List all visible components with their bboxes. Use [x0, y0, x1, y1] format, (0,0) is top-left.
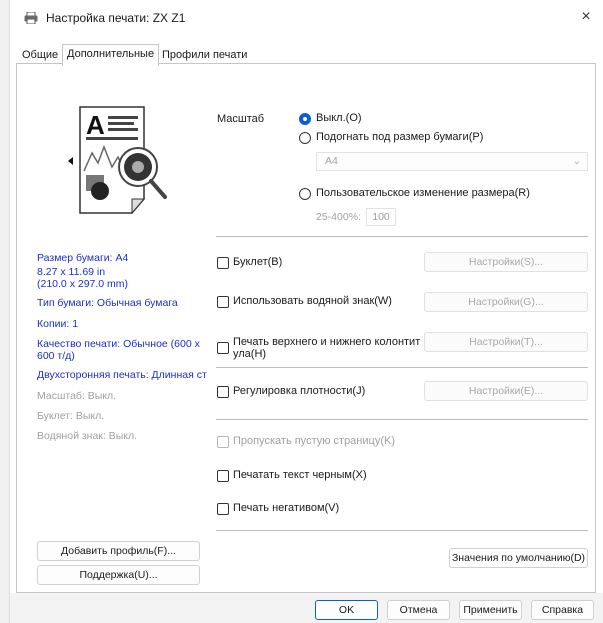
negative-checkbox[interactable] — [217, 503, 229, 515]
support-button[interactable]: Поддержка(U)... — [37, 565, 200, 585]
scaling-off-radio[interactable] — [299, 113, 311, 125]
tab-bar: Общие Дополнительные Профили печати — [16, 44, 596, 66]
header-footer-label[interactable]: Печать верхнего и нижнего колонтит ула(H… — [233, 336, 420, 360]
scaling-percent-input[interactable]: 100 — [366, 208, 396, 226]
watermark-label[interactable]: Использовать водяной знак(W) — [233, 295, 392, 307]
header-footer-label-line-2: ула(H) — [233, 348, 267, 360]
close-button[interactable]: × — [575, 6, 597, 28]
tab-general[interactable]: Общие — [18, 46, 62, 64]
separator — [216, 367, 588, 368]
watermark-settings-button[interactable]: Настройки(G)... — [424, 292, 588, 312]
svg-text:A: A — [86, 110, 105, 140]
scaling-fit-label[interactable]: Подогнать под размер бумаги(P) — [316, 131, 483, 143]
booklet-settings-button[interactable]: Настройки(S)... — [424, 252, 588, 272]
separator — [216, 419, 588, 420]
magnifier-icon — [149, 179, 167, 199]
cancel-button[interactable]: Отмена — [387, 600, 450, 620]
skip-blank-label[interactable]: Пропускать пустую страницу(K) — [233, 435, 395, 447]
scaling-off-label[interactable]: Выкл.(O) — [316, 112, 362, 124]
summary-quality-dpi: 600 т/д) — [37, 350, 75, 362]
scaling-custom-radio[interactable] — [299, 188, 311, 200]
summary-watermark: Водяной знак: Выкл. — [37, 430, 138, 442]
scaling-range-label: 25-400%: — [316, 211, 361, 223]
preview-arrow-icon — [68, 157, 73, 165]
negative-label[interactable]: Печать негативом(V) — [233, 502, 339, 514]
header-footer-label-line-1: Печать верхнего и нижнего колонтит — [233, 336, 421, 348]
ok-button[interactable]: OK — [315, 600, 378, 620]
title-bar: Настройка печати: ZX Z1 × — [12, 0, 603, 40]
summary-quality: Качество печати: Обычное (600 x — [37, 338, 200, 350]
tab-print-profiles[interactable]: Профили печати — [158, 46, 251, 64]
booklet-checkbox[interactable] — [217, 257, 229, 269]
separator — [216, 530, 588, 531]
density-label[interactable]: Регулировка плотности(J) — [233, 385, 365, 397]
apply-button[interactable]: Применить — [459, 600, 522, 620]
scaling-label: Масштаб — [217, 113, 265, 125]
summary-booklet: Буклет: Выкл. — [37, 410, 105, 422]
header-footer-settings-button[interactable]: Настройки(T)... — [424, 332, 588, 352]
scaling-fit-radio[interactable] — [299, 132, 311, 144]
background-window-edge — [0, 0, 10, 623]
black-text-label[interactable]: Печатать текст черным(X) — [233, 469, 367, 481]
defaults-button[interactable]: Значения по умолчанию(D) — [449, 548, 588, 568]
window-title: Настройка печати: ZX Z1 — [46, 11, 186, 25]
density-settings-button[interactable]: Настройки(E)... — [424, 381, 588, 401]
summary-duplex: Двухсторонняя печать: Длинная ст — [37, 369, 207, 381]
printer-icon — [24, 12, 38, 24]
skip-blank-checkbox[interactable] — [217, 436, 229, 448]
summary-paper-dims: 8.27 x 11.69 in — [37, 266, 106, 278]
summary-copies: Копии: 1 — [37, 318, 79, 330]
black-text-checkbox[interactable] — [217, 470, 229, 482]
summary-paper-size: Размер бумаги: A4 — [37, 252, 129, 264]
summary-paper-type: Тип бумаги: Обычная бумага — [37, 297, 178, 309]
header-footer-checkbox[interactable] — [217, 342, 229, 354]
watermark-checkbox[interactable] — [217, 296, 229, 308]
paper-size-value: A4 — [325, 155, 338, 167]
paper-size-select[interactable]: A4 ⌄ — [316, 152, 588, 171]
summary-paper-dims-mm: (210.0 x 297.0 mm) — [37, 278, 129, 290]
booklet-label[interactable]: Буклет(B) — [233, 256, 282, 268]
summary-scale: Масштаб: Выкл. — [37, 390, 117, 402]
separator — [216, 236, 588, 237]
page-preview-icon: A — [68, 106, 167, 215]
add-profile-button[interactable]: Добавить профиль(F)... — [37, 541, 200, 561]
help-button[interactable]: Справка — [531, 600, 594, 620]
density-checkbox[interactable] — [217, 386, 229, 398]
chevron-down-icon: ⌄ — [572, 156, 581, 167]
tab-advanced[interactable]: Дополнительные — [62, 44, 160, 66]
scaling-custom-label[interactable]: Пользовательское изменение размера(R) — [316, 187, 530, 199]
